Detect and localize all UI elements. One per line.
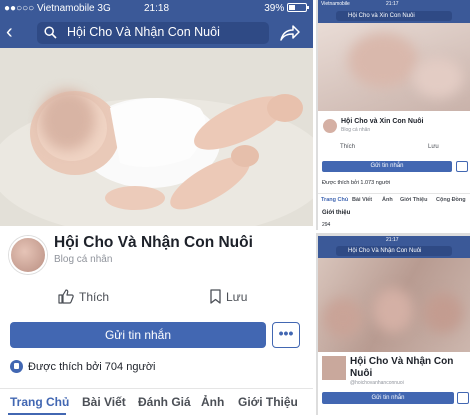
like-count-icon	[10, 360, 23, 373]
clock: 21:17	[386, 1, 399, 7]
liked-by-text: Được thích bởi 704 người	[28, 360, 156, 373]
secondary-screenshot-bottom: 21:17 Hội Cho Và Nhận Con Nuôi Hội Cho V…	[316, 233, 470, 415]
status-bar: ●●○○○ Vietnamobile 3G 21:18 39%	[0, 0, 313, 18]
search-query: Hội Cho Và Nhận Con Nuôi	[348, 248, 422, 254]
status-bar: 21:17	[318, 236, 470, 244]
search-query: Hội Cho và Xin Con Nuôi	[348, 13, 415, 19]
likes-summary: Được thích bởi 704 người	[10, 360, 155, 373]
tab-home[interactable]: Trang Chủ	[10, 395, 69, 409]
tab-photos[interactable]: Ảnh	[382, 197, 393, 203]
bookmark-icon	[210, 289, 221, 304]
page-tabs: Trang Chủ Bài Viết Ảnh Giới Thiệu Cộng Đ…	[318, 193, 470, 205]
liked-by-text: Được thích bởi 1.073 người	[322, 180, 391, 186]
search-bar[interactable]: Hội Cho Và Nhận Con Nuôi	[37, 22, 269, 44]
thumbs-up-icon	[58, 289, 74, 304]
cover-photo[interactable]	[0, 48, 313, 226]
main-phone-screen: ●●○○○ Vietnamobile 3G 21:18 39% ‹ Hội Ch…	[0, 0, 313, 415]
cover-photo[interactable]	[318, 258, 470, 352]
top-nav-bar: ‹ Hội Cho Và Nhận Con Nuôi	[0, 18, 313, 48]
search-bar[interactable]: Hội Cho và Xin Con Nuôi	[336, 11, 452, 21]
page-tabs: Trang Chủ Bài Viết Đánh Giá Ảnh Giới Thi…	[0, 388, 313, 415]
tab-photos[interactable]: Ảnh	[201, 395, 224, 409]
tab-home[interactable]: Trang Chủ	[321, 197, 348, 203]
tab-community[interactable]: Cộng Đồng	[436, 197, 466, 203]
page-avatar[interactable]	[322, 118, 338, 134]
tab-about[interactable]: Giới Thiệu	[400, 197, 427, 203]
cover-photo[interactable]	[318, 23, 470, 111]
tab-posts[interactable]: Bài Viết	[82, 395, 126, 409]
tab-posts[interactable]: Bài Viết	[352, 197, 372, 203]
share-icon[interactable]	[279, 23, 301, 43]
send-message-button[interactable]: Gửi tin nhắn	[322, 392, 454, 404]
page-avatar[interactable]	[9, 236, 47, 274]
page-title: Hội Cho Và Nhận Con Nuôi	[54, 234, 253, 251]
back-arrow-icon[interactable]: ‹	[6, 21, 13, 43]
blurred-face	[423, 293, 463, 333]
blurred-face	[348, 33, 418, 88]
blurred-face	[373, 288, 413, 333]
page-username: @hoichovanhanconnuoi	[350, 380, 404, 386]
blurred-face	[323, 298, 363, 338]
send-message-button[interactable]: Gửi tin nhắn	[10, 322, 266, 348]
carrier-name: Vietnamobile	[321, 1, 350, 7]
more-options-button[interactable]: •••	[272, 322, 300, 348]
page-category: Blog cá nhân	[54, 254, 113, 265]
tab-reviews[interactable]: Đánh Giá	[138, 395, 191, 409]
top-nav-bar: Hội Cho Và Nhận Con Nuôi	[318, 244, 470, 258]
more-options-button[interactable]	[456, 161, 468, 172]
page-title: Hội Cho Và Nhận Con Nuôi	[350, 356, 454, 379]
page-category: Blog cá nhân	[341, 127, 371, 133]
battery-percent: 39%	[264, 3, 285, 14]
action-row: Thích Lưu	[0, 285, 313, 313]
blurred-face	[40, 90, 95, 150]
search-query: Hội Cho Và Nhận Con Nuôi	[67, 25, 220, 39]
like-label: Thích	[79, 289, 110, 304]
intro-heading: Giới thiệu	[322, 210, 351, 216]
search-icon	[44, 26, 57, 39]
tab-about[interactable]: Giới Thiệu	[238, 395, 298, 409]
page-avatar[interactable]	[321, 355, 347, 381]
more-options-button[interactable]	[457, 392, 469, 404]
search-bar[interactable]: Hội Cho Và Nhận Con Nuôi	[336, 246, 452, 256]
send-message-button[interactable]: Gửi tin nhắn	[322, 161, 452, 172]
save-button[interactable]: Lưu	[428, 144, 439, 150]
collage: ●●○○○ Vietnamobile 3G 21:18 39% ‹ Hội Ch…	[0, 0, 470, 415]
battery-icon	[287, 3, 309, 12]
blurred-body	[413, 58, 463, 98]
intro-count: 294	[322, 222, 331, 228]
clock: 21:17	[386, 237, 399, 243]
page-title: Hội Cho và Xin Con Nuôi	[341, 118, 424, 125]
save-button[interactable]: Lưu	[210, 289, 247, 304]
status-bar: Vietnamobile 21:17	[318, 0, 470, 9]
like-button[interactable]: Thích	[58, 289, 109, 304]
like-button[interactable]: Thích	[340, 144, 355, 150]
top-nav-bar: Hội Cho và Xin Con Nuôi	[318, 9, 470, 23]
secondary-screenshot-top: Vietnamobile 21:17 Hội Cho và Xin Con Nu…	[316, 0, 470, 230]
save-label: Lưu	[226, 289, 248, 304]
